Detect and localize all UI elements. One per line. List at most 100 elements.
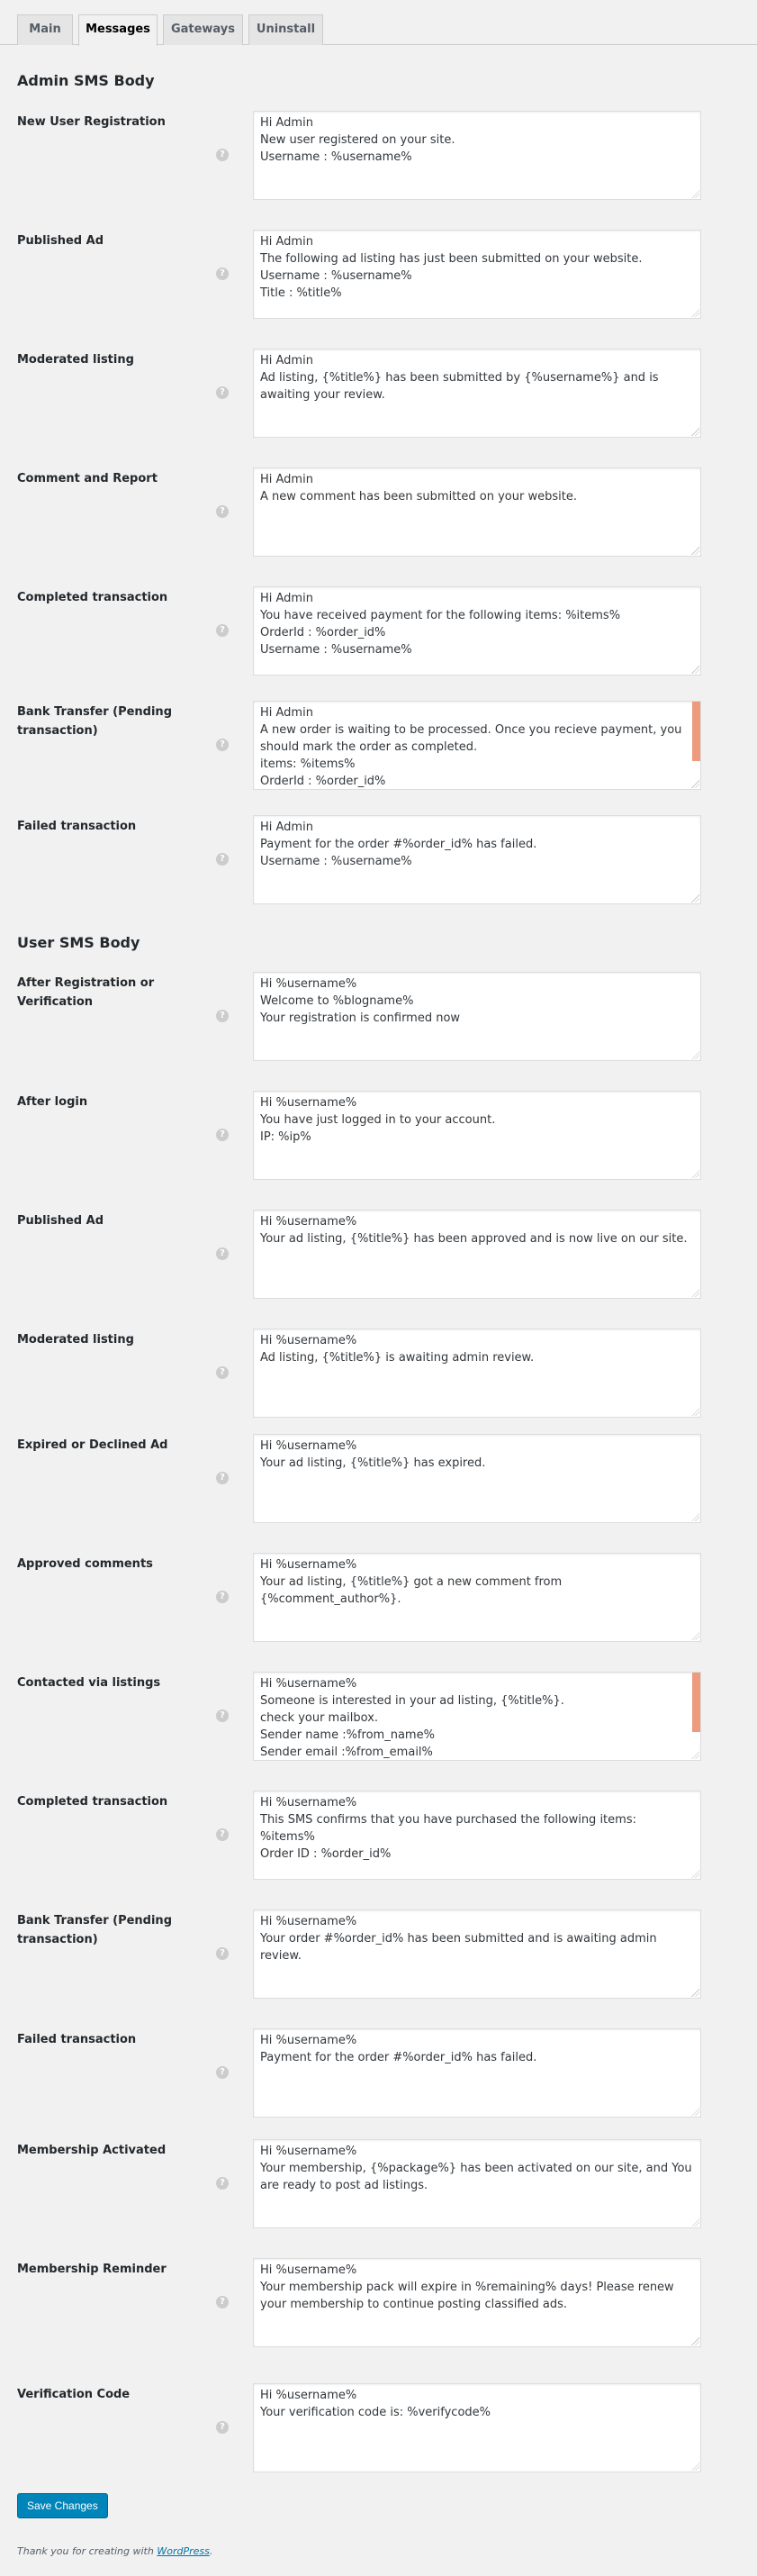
field-label: Expired or Declined Ad (17, 1438, 168, 1452)
resize-grip-icon[interactable] (691, 1632, 699, 1640)
settings-tabs: Main Messages Gateways Uninstall (0, 14, 757, 46)
field-label: Comment and Report (17, 472, 158, 485)
question-circle-icon[interactable]: ? (216, 2177, 229, 2190)
sms-body-text: Hi Admin Payment for the order #%order_i… (260, 821, 537, 868)
resize-grip-icon[interactable] (691, 1170, 699, 1178)
sms-body-text: Hi %username% Your membership, {%package… (260, 2145, 692, 2192)
user-section-title: User SMS Body (17, 934, 140, 951)
textarea-scrollbar[interactable] (692, 702, 700, 761)
sms-body-textarea[interactable]: Hi %username% Your ad listing, {%title%}… (253, 1434, 701, 1523)
field-label: Failed transaction (17, 820, 137, 833)
question-circle-icon[interactable]: ? (216, 1010, 229, 1022)
resize-grip-icon[interactable] (691, 1408, 699, 1416)
sms-body-text: Hi Admin A new comment has been submitte… (260, 473, 577, 503)
field-label: Completed transaction (17, 1795, 168, 1809)
sms-body-textarea[interactable]: Hi Admin Ad listing, {%title%} has been … (253, 349, 701, 438)
question-circle-icon[interactable]: ? (216, 739, 229, 751)
resize-grip-icon[interactable] (691, 2108, 699, 2116)
sms-body-textarea[interactable]: Hi %username% You have just logged in to… (253, 1091, 701, 1180)
sms-body-textarea[interactable]: Hi Admin A new order is waiting to be pr… (253, 701, 701, 790)
resize-grip-icon[interactable] (691, 666, 699, 674)
tab-gateways[interactable]: Gateways (163, 14, 243, 45)
question-circle-icon[interactable]: ? (216, 2066, 229, 2079)
sms-body-textarea[interactable]: Hi %username% Your membership pack will … (253, 2258, 701, 2347)
question-circle-icon[interactable]: ? (216, 386, 229, 399)
sms-body-text: Hi %username% Your membership pack will … (260, 2263, 674, 2311)
question-circle-icon[interactable]: ? (216, 149, 229, 161)
sms-body-textarea[interactable]: Hi %username% Your order #%order_id% has… (253, 1909, 701, 1999)
field-label: After Registration or Verification (17, 976, 155, 1009)
sms-body-textarea[interactable]: Hi Admin The following ad listing has ju… (253, 230, 701, 319)
question-circle-icon[interactable]: ? (216, 2296, 229, 2308)
field-label: Approved comments (17, 1557, 153, 1571)
sms-body-text: Hi %username% Your ad listing, {%title%}… (260, 1215, 688, 1246)
question-circle-icon[interactable]: ? (216, 1828, 229, 1841)
tab-main[interactable]: Main (17, 14, 73, 45)
footer-suffix: . (209, 2545, 213, 2557)
admin-section-title: Admin SMS Body (17, 72, 155, 89)
resize-grip-icon[interactable] (691, 2218, 699, 2227)
sms-body-text: Hi %username% Your order #%order_id% has… (260, 1915, 657, 1963)
question-circle-icon[interactable]: ? (216, 1472, 229, 1484)
resize-grip-icon[interactable] (691, 428, 699, 436)
question-circle-icon[interactable]: ? (216, 624, 229, 637)
sms-body-text: Hi %username% Your verification code is:… (260, 2389, 491, 2419)
resize-grip-icon[interactable] (691, 2337, 699, 2345)
resize-grip-icon[interactable] (691, 309, 699, 317)
textarea-scrollbar[interactable] (692, 1673, 700, 1732)
resize-grip-icon[interactable] (691, 1051, 699, 1059)
sms-body-textarea[interactable]: Hi %username% Your membership, {%package… (253, 2139, 701, 2228)
tab-uninstall[interactable]: Uninstall (248, 14, 323, 45)
sms-body-textarea[interactable]: Hi %username% Your verification code is:… (253, 2383, 701, 2472)
sms-body-textarea[interactable]: Hi Admin A new comment has been submitte… (253, 467, 701, 557)
footer-prefix: Thank you for creating with (17, 2545, 158, 2557)
save-changes-button[interactable]: Save Changes (17, 2493, 108, 2518)
question-circle-icon[interactable]: ? (216, 1947, 229, 1960)
resize-grip-icon[interactable] (691, 2463, 699, 2471)
sms-body-text: Hi Admin The following ad listing has ju… (260, 235, 643, 300)
question-circle-icon[interactable]: ? (216, 1710, 229, 1722)
resize-grip-icon[interactable] (691, 190, 699, 198)
question-circle-icon[interactable]: ? (216, 1591, 229, 1603)
resize-grip-icon[interactable] (691, 894, 699, 903)
sms-body-textarea[interactable]: Hi %username% Your ad listing, {%title%}… (253, 1210, 701, 1299)
resize-grip-icon[interactable] (691, 1870, 699, 1878)
sms-body-textarea[interactable]: Hi %username% This SMS confirms that you… (253, 1791, 701, 1880)
resize-grip-icon[interactable] (691, 547, 699, 555)
tab-messages[interactable]: Messages (78, 14, 158, 46)
sms-body-textarea[interactable]: Hi Admin Payment for the order #%order_i… (253, 815, 701, 904)
sms-body-text: Hi %username% You have just logged in to… (260, 1096, 496, 1144)
field-label: Bank Transfer (Pending transaction) (17, 1914, 172, 1946)
question-circle-icon[interactable]: ? (216, 268, 229, 280)
field-label: Moderated listing (17, 353, 134, 367)
field-label: Moderated listing (17, 1333, 134, 1347)
field-label: New User Registration (17, 115, 166, 129)
resize-grip-icon[interactable] (691, 1751, 699, 1759)
question-circle-icon[interactable]: ? (216, 505, 229, 518)
sms-body-textarea[interactable]: Hi %username% Ad listing, {%title%} is a… (253, 1329, 701, 1418)
sms-body-text: Hi %username% Payment for the order #%or… (260, 2034, 537, 2064)
question-circle-icon[interactable]: ? (216, 1247, 229, 1260)
question-circle-icon[interactable]: ? (216, 1129, 229, 1141)
field-label: Verification Code (17, 2388, 131, 2401)
resize-grip-icon[interactable] (691, 780, 699, 788)
sms-body-text: Hi %username% Your ad listing, {%title%}… (260, 1439, 486, 1470)
wordpress-link[interactable]: WordPress (157, 2545, 210, 2557)
sms-body-text: Hi Admin A new order is waiting to be pr… (260, 706, 682, 788)
resize-grip-icon[interactable] (691, 1989, 699, 1997)
sms-body-textarea[interactable]: Hi Admin You have received payment for t… (253, 586, 701, 676)
sms-body-textarea[interactable]: Hi %username% Your ad listing, {%title%}… (253, 1553, 701, 1642)
question-circle-icon[interactable]: ? (216, 853, 229, 866)
sms-body-textarea[interactable]: Hi %username% Payment for the order #%or… (253, 2028, 701, 2118)
sms-body-text: Hi %username% This SMS confirms that you… (260, 1796, 636, 1861)
resize-grip-icon[interactable] (691, 1289, 699, 1297)
field-label: Published Ad (17, 234, 104, 248)
field-label: Membership Reminder (17, 2263, 167, 2276)
field-label: Membership Activated (17, 2144, 167, 2157)
question-circle-icon[interactable]: ? (216, 1366, 229, 1379)
question-circle-icon[interactable]: ? (216, 2421, 229, 2434)
sms-body-textarea[interactable]: Hi Admin New user registered on your sit… (253, 111, 701, 200)
sms-body-textarea[interactable]: Hi %username% Someone is interested in y… (253, 1672, 701, 1761)
sms-body-textarea[interactable]: Hi %username% Welcome to %blogname% Your… (253, 972, 701, 1061)
resize-grip-icon[interactable] (691, 1513, 699, 1521)
